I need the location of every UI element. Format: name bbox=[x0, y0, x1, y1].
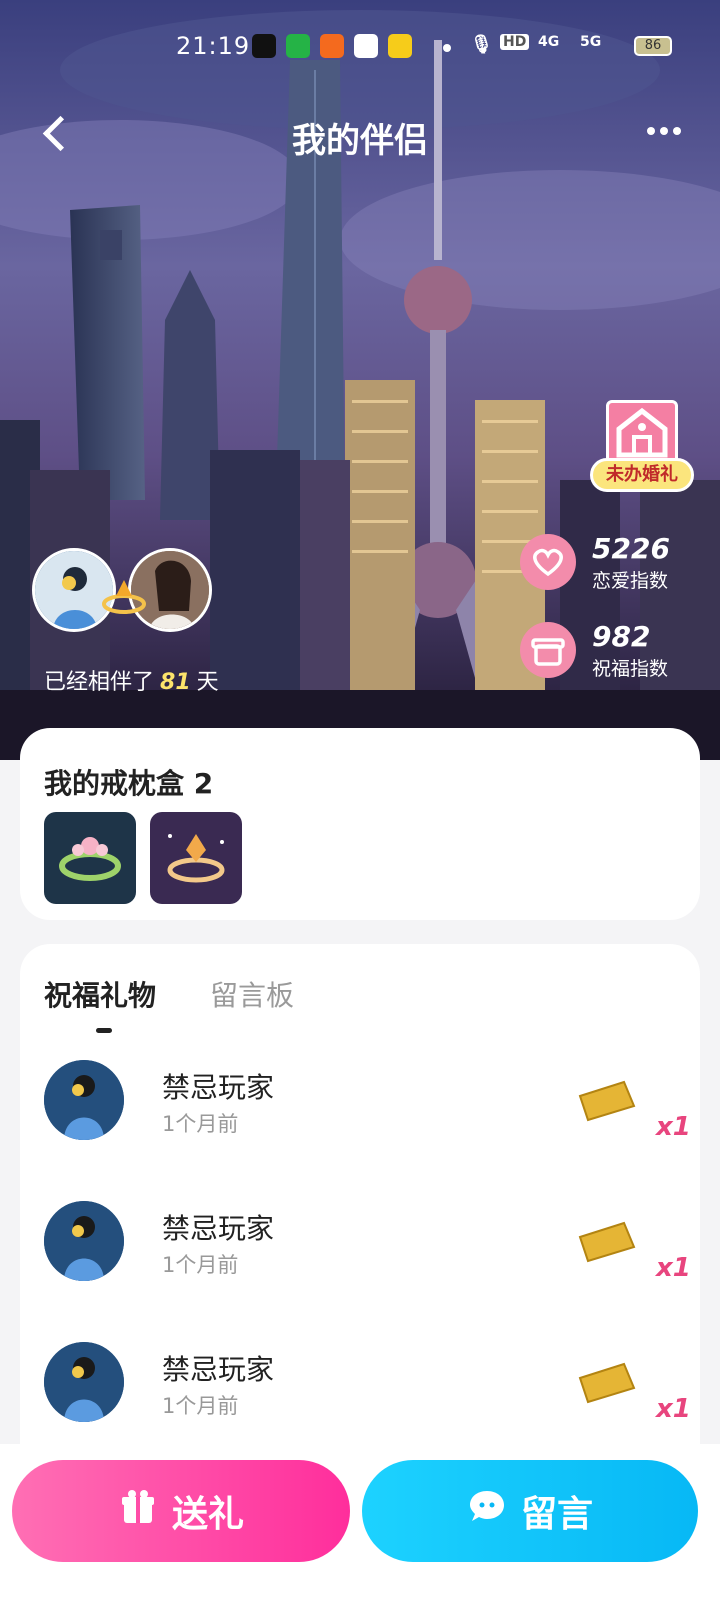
gift-time: 1个月前 bbox=[162, 1394, 239, 1418]
meituan-icon bbox=[388, 34, 412, 58]
dot-icon bbox=[660, 127, 668, 135]
partner-page: 21:19 🎙 HD 4G 5G 86 我的伴侣 未办婚礼 5226 恋爱指数 … bbox=[0, 0, 720, 1600]
days-count: 81 bbox=[160, 670, 191, 695]
status-bar: 21:19 🎙 HD 4G 5G 86 bbox=[0, 30, 720, 66]
tab-blessing-gifts[interactable]: 祝福礼物 bbox=[44, 974, 156, 1014]
wedding-badge[interactable]: 未办婚礼 bbox=[590, 400, 694, 500]
send-gift-button[interactable]: 送礼 bbox=[12, 1460, 350, 1562]
gift-quantity: x1 bbox=[656, 1394, 691, 1424]
sender-avatar bbox=[44, 1060, 124, 1140]
days-together: 已经相伴了 81 天 bbox=[44, 664, 219, 696]
couple-avatars bbox=[32, 548, 222, 632]
clock: 21:19 bbox=[176, 32, 251, 60]
blessing-index: 982 祝福指数 bbox=[520, 620, 700, 680]
wedding-status-label: 未办婚礼 bbox=[590, 458, 694, 492]
mic-icon: 🎙 bbox=[470, 34, 493, 55]
heart-cup-icon bbox=[520, 534, 576, 590]
battery-icon: 86 bbox=[634, 36, 672, 56]
more-options-button[interactable] bbox=[644, 119, 684, 143]
days-prefix: 已经相伴了 bbox=[44, 670, 155, 695]
gift-box-icon bbox=[520, 622, 576, 678]
gold-bar-icon bbox=[574, 1358, 638, 1406]
gift-quantity: x1 bbox=[656, 1253, 691, 1283]
flower-ring-item[interactable] bbox=[44, 812, 136, 904]
sender-name: 禁忌玩家 bbox=[162, 1212, 275, 1245]
days-suffix: 天 bbox=[196, 670, 219, 695]
ring-box-card: 我的戒枕盒 2 bbox=[20, 728, 700, 920]
maple-ring-item[interactable] bbox=[150, 812, 242, 904]
blessing-index-value: 982 bbox=[592, 620, 651, 653]
love-index-label: 恋爱指数 bbox=[592, 570, 669, 592]
sender-name: 禁忌玩家 bbox=[162, 1071, 275, 1104]
notification-dot bbox=[443, 44, 451, 52]
tab-message-board[interactable]: 留言板 bbox=[210, 974, 294, 1014]
blessing-index-label: 祝福指数 bbox=[592, 658, 669, 680]
bottom-action-bar: 送礼 留言 bbox=[0, 1444, 720, 1600]
gold-bar-icon bbox=[574, 1217, 638, 1265]
leave-message-button[interactable]: 留言 bbox=[362, 1460, 698, 1562]
dot-icon bbox=[673, 127, 681, 135]
gift-time: 1个月前 bbox=[162, 1112, 239, 1136]
gift-list-item[interactable]: 禁忌玩家 1个月前 x1 bbox=[44, 1342, 691, 1426]
gift-icon bbox=[118, 1487, 158, 1536]
sender-name: 禁忌玩家 bbox=[162, 1353, 275, 1386]
wedding-hall-icon bbox=[606, 400, 678, 466]
chat-bubble-icon bbox=[467, 1487, 507, 1536]
active-tab-indicator bbox=[96, 1028, 112, 1033]
sender-avatar bbox=[44, 1342, 124, 1422]
leave-message-label: 留言 bbox=[520, 1494, 593, 1535]
gift-list-item[interactable]: 禁忌玩家 1个月前 x1 bbox=[44, 1201, 691, 1285]
love-index: 5226 恋爱指数 bbox=[520, 532, 700, 592]
gift-list-item[interactable]: 禁忌玩家 1个月前 x1 bbox=[44, 1060, 691, 1144]
hd-icon: HD bbox=[500, 34, 530, 50]
ring-box-title: 我的戒枕盒 2 bbox=[44, 767, 214, 800]
photos-icon bbox=[354, 34, 378, 58]
kuaishou-icon bbox=[320, 34, 344, 58]
gift-time: 1个月前 bbox=[162, 1253, 239, 1277]
love-index-value: 5226 bbox=[592, 532, 670, 565]
page-title: 我的伴侣 bbox=[292, 121, 428, 161]
sender-avatar bbox=[44, 1201, 124, 1281]
gold-ring-icon bbox=[96, 578, 152, 618]
gift-quantity: x1 bbox=[656, 1112, 691, 1142]
signal-4g-icon: 4G bbox=[538, 34, 560, 50]
dot-icon bbox=[647, 127, 655, 135]
top-nav: 我的伴侣 bbox=[0, 105, 720, 165]
iqiyi-icon bbox=[286, 34, 310, 58]
signal-5g-icon: 5G bbox=[580, 34, 602, 50]
tiktok-icon bbox=[252, 34, 276, 58]
gold-bar-icon bbox=[574, 1076, 638, 1124]
send-gift-label: 送礼 bbox=[171, 1494, 244, 1535]
